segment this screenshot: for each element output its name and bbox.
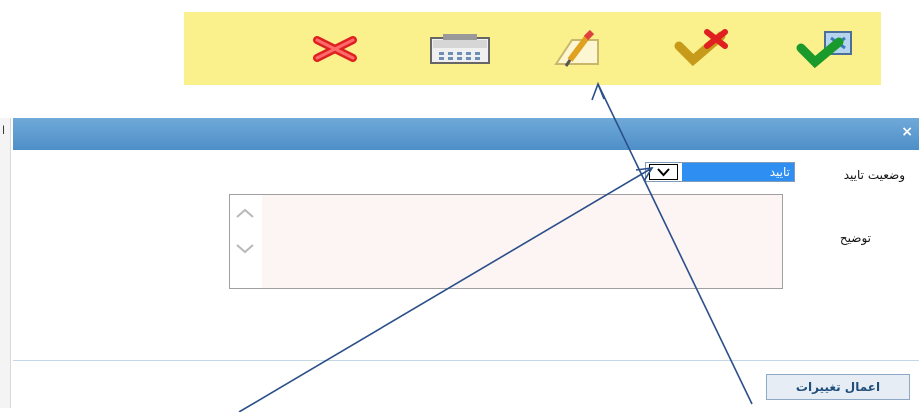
delete-icon[interactable] (309, 34, 361, 64)
side-panel-edge: ا (0, 118, 11, 408)
calculator-icon[interactable] (427, 34, 493, 66)
approve-icon[interactable] (795, 28, 857, 70)
description-label: توضیح (839, 231, 871, 245)
dialog-title-bar[interactable]: × (13, 118, 919, 150)
status-select-value: تایید (682, 163, 794, 181)
side-panel-mark: ا (2, 124, 6, 137)
arrow-head-edit-icon (591, 81, 605, 101)
chevron-down-icon (236, 244, 254, 254)
toolbar (184, 12, 881, 85)
description-textarea[interactable] (229, 194, 783, 289)
textarea-scrollbar[interactable] (230, 195, 262, 288)
status-select[interactable]: تایید (645, 162, 795, 182)
status-label: وضعیت تایید (843, 168, 905, 182)
chevron-down-icon[interactable] (649, 164, 678, 180)
chevron-up-icon (236, 208, 254, 218)
apply-changes-button[interactable]: اعمال تغییرات (766, 374, 910, 400)
footer-divider (13, 360, 919, 361)
close-icon[interactable]: × (901, 124, 913, 140)
edit-note-icon[interactable] (550, 30, 602, 70)
reject-icon[interactable] (673, 26, 729, 68)
approval-dialog: × وضعیت تایید تایید توضیح اعمال تغییرات (13, 118, 919, 412)
